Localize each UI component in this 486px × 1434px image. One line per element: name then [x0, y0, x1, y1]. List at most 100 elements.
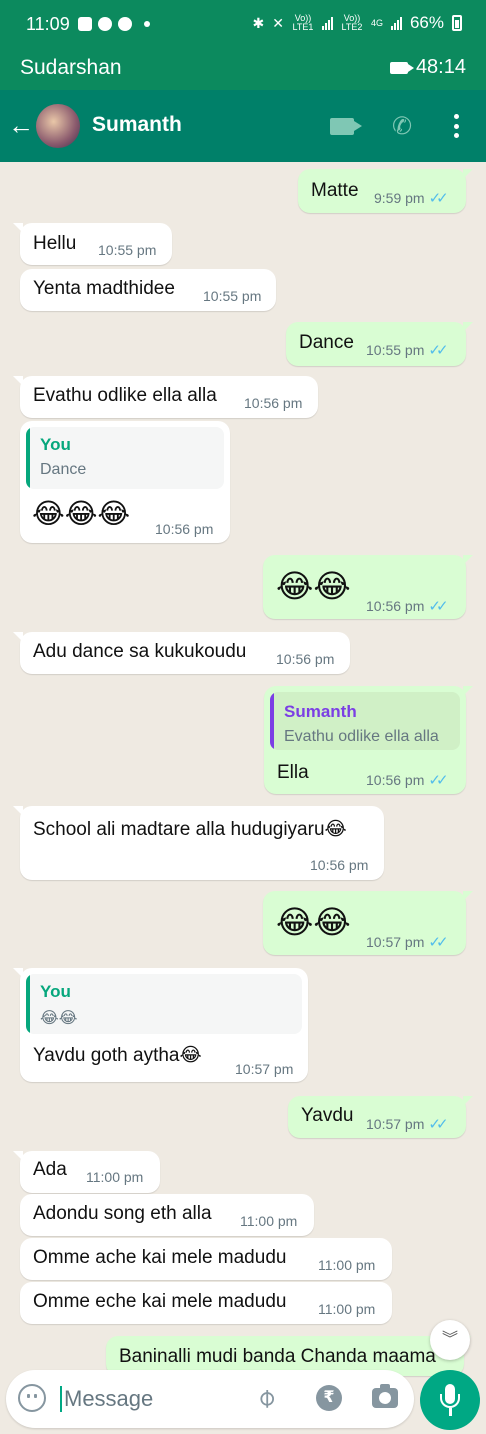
message-time: 10:56 pm — [244, 395, 303, 411]
video-call-indicator-icon — [389, 61, 414, 74]
scroll-down-icon[interactable]: ︾ — [430, 1320, 470, 1360]
phone-notification-icon — [118, 17, 132, 31]
message-bubble[interactable]: You Dance 😂😂😂 10:56 pm — [20, 421, 230, 543]
message-text: 😂😂 — [276, 567, 351, 605]
signal-1-icon — [321, 16, 333, 30]
message-bubble[interactable]: Dance 10:55 pm ✓✓ — [286, 322, 473, 366]
quote-author: You — [40, 982, 71, 1001]
gallery-icon — [78, 17, 92, 31]
read-ticks-icon: ✓✓ — [428, 934, 448, 951]
voice-call-icon[interactable]: ✆ — [392, 112, 412, 141]
battery-icon — [452, 15, 462, 31]
rupee-icon[interactable]: ₹ — [316, 1385, 342, 1411]
message-text: Omme eche kai mele madudu — [33, 1291, 287, 1312]
quote-author: Sumanth — [284, 702, 357, 721]
message-bubble[interactable]: Adondu song eth alla 11:00 pm — [20, 1194, 314, 1236]
message-bubble[interactable]: 😂😂 10:56 pm ✓✓ — [263, 555, 473, 619]
attach-icon[interactable]: ⌀ — [249, 1381, 282, 1414]
message-text: Yavdu goth aytha😂 — [33, 1045, 202, 1066]
message-time: 10:56 pm — [276, 651, 335, 667]
message-text: Ada — [33, 1159, 67, 1180]
status-right: ✱ ✕ Vo)) LTE1 Vo)) LTE2 4G 66% — [252, 13, 462, 33]
emoji-icon[interactable] — [18, 1384, 46, 1412]
notification-icons — [78, 14, 150, 34]
mute-icon: ✕ — [272, 14, 284, 31]
message-text: Matte — [311, 180, 359, 201]
chat-area[interactable]: Matte 9:59 pm ✓✓ Hellu 10:55 pm Yenta mad… — [0, 162, 486, 1376]
lte2-label: Vo)) LTE2 — [341, 13, 363, 32]
status-time: 11:09 — [26, 14, 70, 34]
message-time: 10:56 pm — [155, 521, 214, 537]
read-ticks-icon: ✓✓ — [428, 772, 448, 789]
network-type: 4G — [370, 17, 383, 28]
lte1-label: Vo)) LTE1 — [292, 13, 314, 32]
avatar[interactable] — [36, 104, 80, 148]
message-bubble[interactable]: Sumanth Evathu odlike ella alla Ella 10:… — [264, 686, 473, 794]
message-text: Yenta madthidee — [33, 278, 175, 299]
message-text: Hellu — [33, 233, 77, 254]
message-time: 11:00 pm — [240, 1213, 298, 1229]
message-bubble[interactable]: 😂😂 10:57 pm ✓✓ — [263, 891, 473, 955]
signal-2-icon — [390, 16, 402, 30]
contact-name[interactable]: Sumanth — [92, 113, 182, 137]
message-time: 11:00 pm — [318, 1257, 376, 1273]
message-text: Omme ache kai mele madudu — [33, 1247, 287, 1268]
read-ticks-icon: ✓✓ — [428, 1116, 448, 1133]
message-text: School ali madtare alla hudugiyaru😂 — [33, 819, 347, 840]
message-bubble[interactable]: Omme ache kai mele madudu 11:00 pm — [20, 1238, 392, 1280]
message-time: 11:00 pm — [86, 1169, 144, 1185]
message-time: 9:59 pm ✓✓ — [374, 190, 449, 207]
message-text: Adu dance sa kukukoudu — [33, 641, 247, 662]
message-bubble[interactable]: You 😂😂 Yavdu goth aytha😂 10:57 pm — [13, 968, 308, 1082]
message-time: 10:55 pm — [98, 242, 157, 258]
text-caret — [60, 1386, 62, 1412]
quote-text: Evathu odlike ella alla — [284, 728, 439, 745]
message-time: 10:57 pm ✓✓ — [366, 934, 449, 951]
quote-author: You — [40, 435, 71, 454]
more-menu-icon[interactable] — [454, 114, 460, 138]
quoted-message[interactable]: You 😂😂 — [26, 974, 302, 1034]
read-ticks-icon: ✓✓ — [428, 598, 448, 615]
message-text: Adondu song eth alla — [33, 1203, 212, 1224]
message-bubble[interactable]: Yavdu 10:57 pm ✓✓ — [288, 1096, 473, 1138]
read-ticks-icon: ✓✓ — [428, 190, 449, 207]
quote-text: Dance — [40, 461, 87, 478]
message-text: 😂😂 — [276, 903, 351, 941]
message-text: Baninalli mudi banda Chanda maama — [119, 1346, 436, 1367]
back-arrow-icon[interactable]: ← — [8, 110, 34, 141]
message-time: 10:57 pm ✓✓ — [366, 1116, 449, 1133]
message-time: 10:55 pm — [203, 288, 262, 304]
status-bar: 11:09 ✱ ✕ Vo)) LTE1 Vo)) LTE2 4G 66% — [0, 0, 486, 48]
message-time: 10:55 pm ✓✓ — [366, 342, 449, 359]
message-bubble[interactable]: Omme eche kai mele madudu 11:00 pm — [20, 1282, 392, 1324]
message-bubble[interactable]: Evathu odlike ella alla 10:56 pm — [13, 376, 318, 418]
video-call-icon[interactable] — [330, 118, 362, 135]
message-input[interactable] — [64, 1380, 244, 1418]
read-ticks-icon: ✓✓ — [428, 342, 448, 359]
quoted-message[interactable]: Sumanth Evathu odlike ella alla — [270, 692, 460, 750]
message-bubble[interactable]: Hellu 10:55 pm — [13, 223, 172, 265]
chat-header: ← Sumanth ✆ — [0, 90, 486, 162]
message-bubble[interactable]: Ada 11:00 pm — [13, 1151, 160, 1193]
message-text: Dance — [299, 332, 354, 353]
bluetooth-icon: ✱ — [252, 14, 265, 31]
message-time: 10:56 pm ✓✓ — [366, 598, 449, 615]
message-time: 10:56 pm ✓✓ — [366, 772, 449, 789]
call-timer: 48:14 — [389, 56, 466, 79]
quoted-message[interactable]: You Dance — [26, 427, 224, 489]
message-text: Evathu odlike ella alla — [33, 385, 217, 406]
call-timer-text: 48:14 — [415, 56, 466, 78]
battery-percent: 66% — [409, 13, 444, 32]
message-bubble[interactable]: Matte 9:59 pm ✓✓ — [298, 169, 473, 213]
whatsapp-icon — [98, 17, 112, 31]
message-time: 10:56 pm — [310, 857, 369, 873]
camera-icon[interactable] — [372, 1384, 398, 1408]
ongoing-call-bar[interactable]: Sudarshan 48:14 — [0, 48, 486, 90]
mic-icon[interactable] — [420, 1370, 480, 1430]
message-bubble[interactable]: School ali madtare alla hudugiyaru😂 10:5… — [13, 806, 384, 880]
call-contact-name: Sudarshan — [20, 56, 122, 79]
message-text: 😂😂😂 — [32, 497, 131, 530]
message-time: 11:00 pm — [318, 1301, 376, 1317]
message-bubble[interactable]: Adu dance sa kukukoudu 10:56 pm — [13, 632, 350, 674]
message-bubble[interactable]: Yenta madthidee 10:55 pm — [20, 269, 276, 311]
